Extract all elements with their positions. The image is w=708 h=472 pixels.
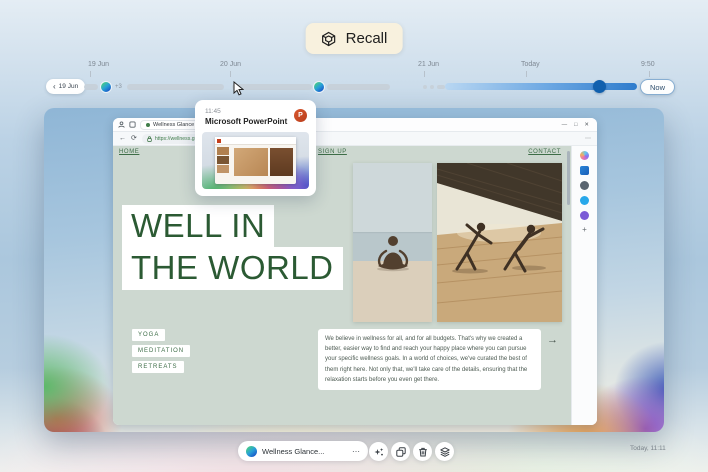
layers-icon (440, 447, 450, 457)
timeline-segment[interactable] (327, 84, 390, 90)
timeline-segment[interactable] (84, 84, 98, 90)
tag-yoga[interactable]: YOGA (132, 329, 165, 341)
recall-badge-label: Recall (346, 30, 388, 47)
tooltip-time: 11:45 (205, 108, 221, 115)
timeline-tick (526, 71, 527, 77)
sparkles-icon (374, 447, 384, 457)
ppt-slide-area (234, 148, 293, 176)
drive-app-icon[interactable] (580, 196, 589, 205)
minimize-icon[interactable]: — (562, 122, 568, 128)
wellness-website: HOME SIGN UP CONTACT (113, 146, 571, 425)
current-timestamp: Today, 11:11 (630, 445, 666, 452)
ppt-titlebar-icon (217, 139, 221, 143)
refresh-icon[interactable]: ⟳ (131, 135, 137, 142)
ppt-ribbon (215, 137, 296, 144)
office-app-icon[interactable] (580, 211, 589, 220)
arrow-right-icon[interactable]: → (547, 334, 558, 346)
headline-line-2: THE WORLD (122, 247, 343, 290)
tab-actions-icon[interactable] (129, 121, 136, 128)
tab-favicon (146, 123, 150, 127)
sidebar-add-icon[interactable]: + (582, 226, 587, 234)
site-paragraph: We believe in wellness for all, and for … (318, 329, 541, 390)
timeline-label-time: 9:50 (641, 61, 655, 68)
recall-badge: Recall (306, 23, 403, 54)
site-tags: YOGA MEDITATION RETREATS (132, 329, 190, 377)
tag-meditation[interactable]: MEDITATION (132, 345, 190, 357)
timeline-today-track[interactable] (445, 83, 637, 90)
mouse-cursor-icon (233, 81, 244, 101)
edge-icon (246, 446, 257, 457)
recall-search-field[interactable]: Wellness Glance... ⋯ (238, 441, 368, 461)
copy-icon (396, 447, 406, 457)
timeline-prev-label: 19 Jun (59, 83, 79, 90)
timeline-dash (437, 85, 445, 89)
settings-button[interactable] (435, 442, 454, 461)
site-nav-signup[interactable]: SIGN UP (318, 149, 347, 155)
snapshot-tooltip[interactable]: 11:45 Microsoft PowerPoint P (195, 100, 316, 196)
maximize-icon[interactable]: □ (574, 122, 577, 128)
timeline-prev-button[interactable]: ‹ 19 Jun (46, 79, 85, 94)
site-headline: WELL IN THE WORLD (122, 205, 343, 290)
ppt-slide-rail (217, 147, 229, 180)
tooltip-thumbnail (202, 132, 309, 189)
photo-yoga-stretch (437, 163, 562, 322)
edge-snapshot-marker-icon[interactable] (100, 81, 112, 93)
timeline-label-20jun: 20 Jun (220, 61, 241, 68)
lock-icon (147, 136, 152, 142)
timeline-dot (430, 85, 434, 89)
photo-meditation (353, 163, 432, 322)
timeline-tick (230, 71, 231, 77)
timeline-scrub-handle[interactable] (593, 80, 606, 93)
copy-button[interactable] (391, 442, 410, 461)
more-options-icon[interactable]: ⋯ (352, 447, 360, 456)
timeline-now-button[interactable]: Now (640, 79, 675, 95)
tag-retreats[interactable]: RETREATS (132, 361, 184, 373)
edge-snapshot-marker-icon[interactable] (313, 81, 325, 93)
edge-sidebar: + (571, 146, 597, 425)
window-controls: — □ ✕ (562, 122, 592, 128)
site-nav-contact[interactable]: CONTACT (528, 149, 561, 155)
tab-title: Wellness Glance (153, 122, 194, 128)
outlook-icon[interactable] (580, 166, 589, 175)
browser-window: Wellness Glance ✕ + — □ ✕ ← ⟳ (113, 118, 597, 425)
recall-logo-icon (321, 31, 337, 47)
powerpoint-icon: P (294, 109, 307, 122)
timeline-tick (649, 71, 650, 77)
timeline-label-today: Today (521, 61, 540, 68)
timeline-dot (423, 85, 427, 89)
trash-icon (418, 447, 428, 457)
timeline-segment[interactable] (127, 84, 224, 90)
timeline-label-19jun: 19 Jun (88, 61, 109, 68)
headline-line-1: WELL IN (122, 205, 274, 248)
browser-more-icon[interactable]: ⋯ (585, 135, 591, 142)
site-nav-home[interactable]: HOME (119, 149, 139, 155)
profile-icon[interactable] (118, 121, 125, 128)
copilot-icon[interactable] (580, 151, 589, 160)
recall-app: Recall 19 Jun 20 Jun 21 Jun Today 9:50 ‹… (0, 0, 708, 472)
tooltip-app-name: Microsoft PowerPoint (205, 117, 287, 126)
search-app-icon[interactable] (580, 181, 589, 190)
timeline-tick (424, 71, 425, 77)
back-icon[interactable]: ← (119, 135, 126, 142)
copilot-action-button[interactable] (369, 442, 388, 461)
timeline-more-badge: +3 (115, 84, 122, 90)
close-icon[interactable]: ✕ (584, 122, 589, 128)
snapshot-viewer[interactable]: Wellness Glance ✕ + — □ ✕ ← ⟳ (44, 108, 664, 432)
timeline-label-21jun: 21 Jun (418, 61, 439, 68)
delete-button[interactable] (413, 442, 432, 461)
timeline-tick (90, 71, 91, 77)
chevron-left-icon: ‹ (53, 83, 56, 91)
timeline-segment[interactable] (232, 84, 312, 90)
powerpoint-window-preview (215, 137, 296, 184)
browser-address-bar: ← ⟳ https://wellness.glance.com ⋯ (113, 132, 597, 146)
browser-tab-bar: Wellness Glance ✕ + — □ ✕ (113, 118, 597, 132)
page-scrollbar[interactable] (567, 151, 570, 205)
search-text: Wellness Glance... (262, 447, 347, 456)
